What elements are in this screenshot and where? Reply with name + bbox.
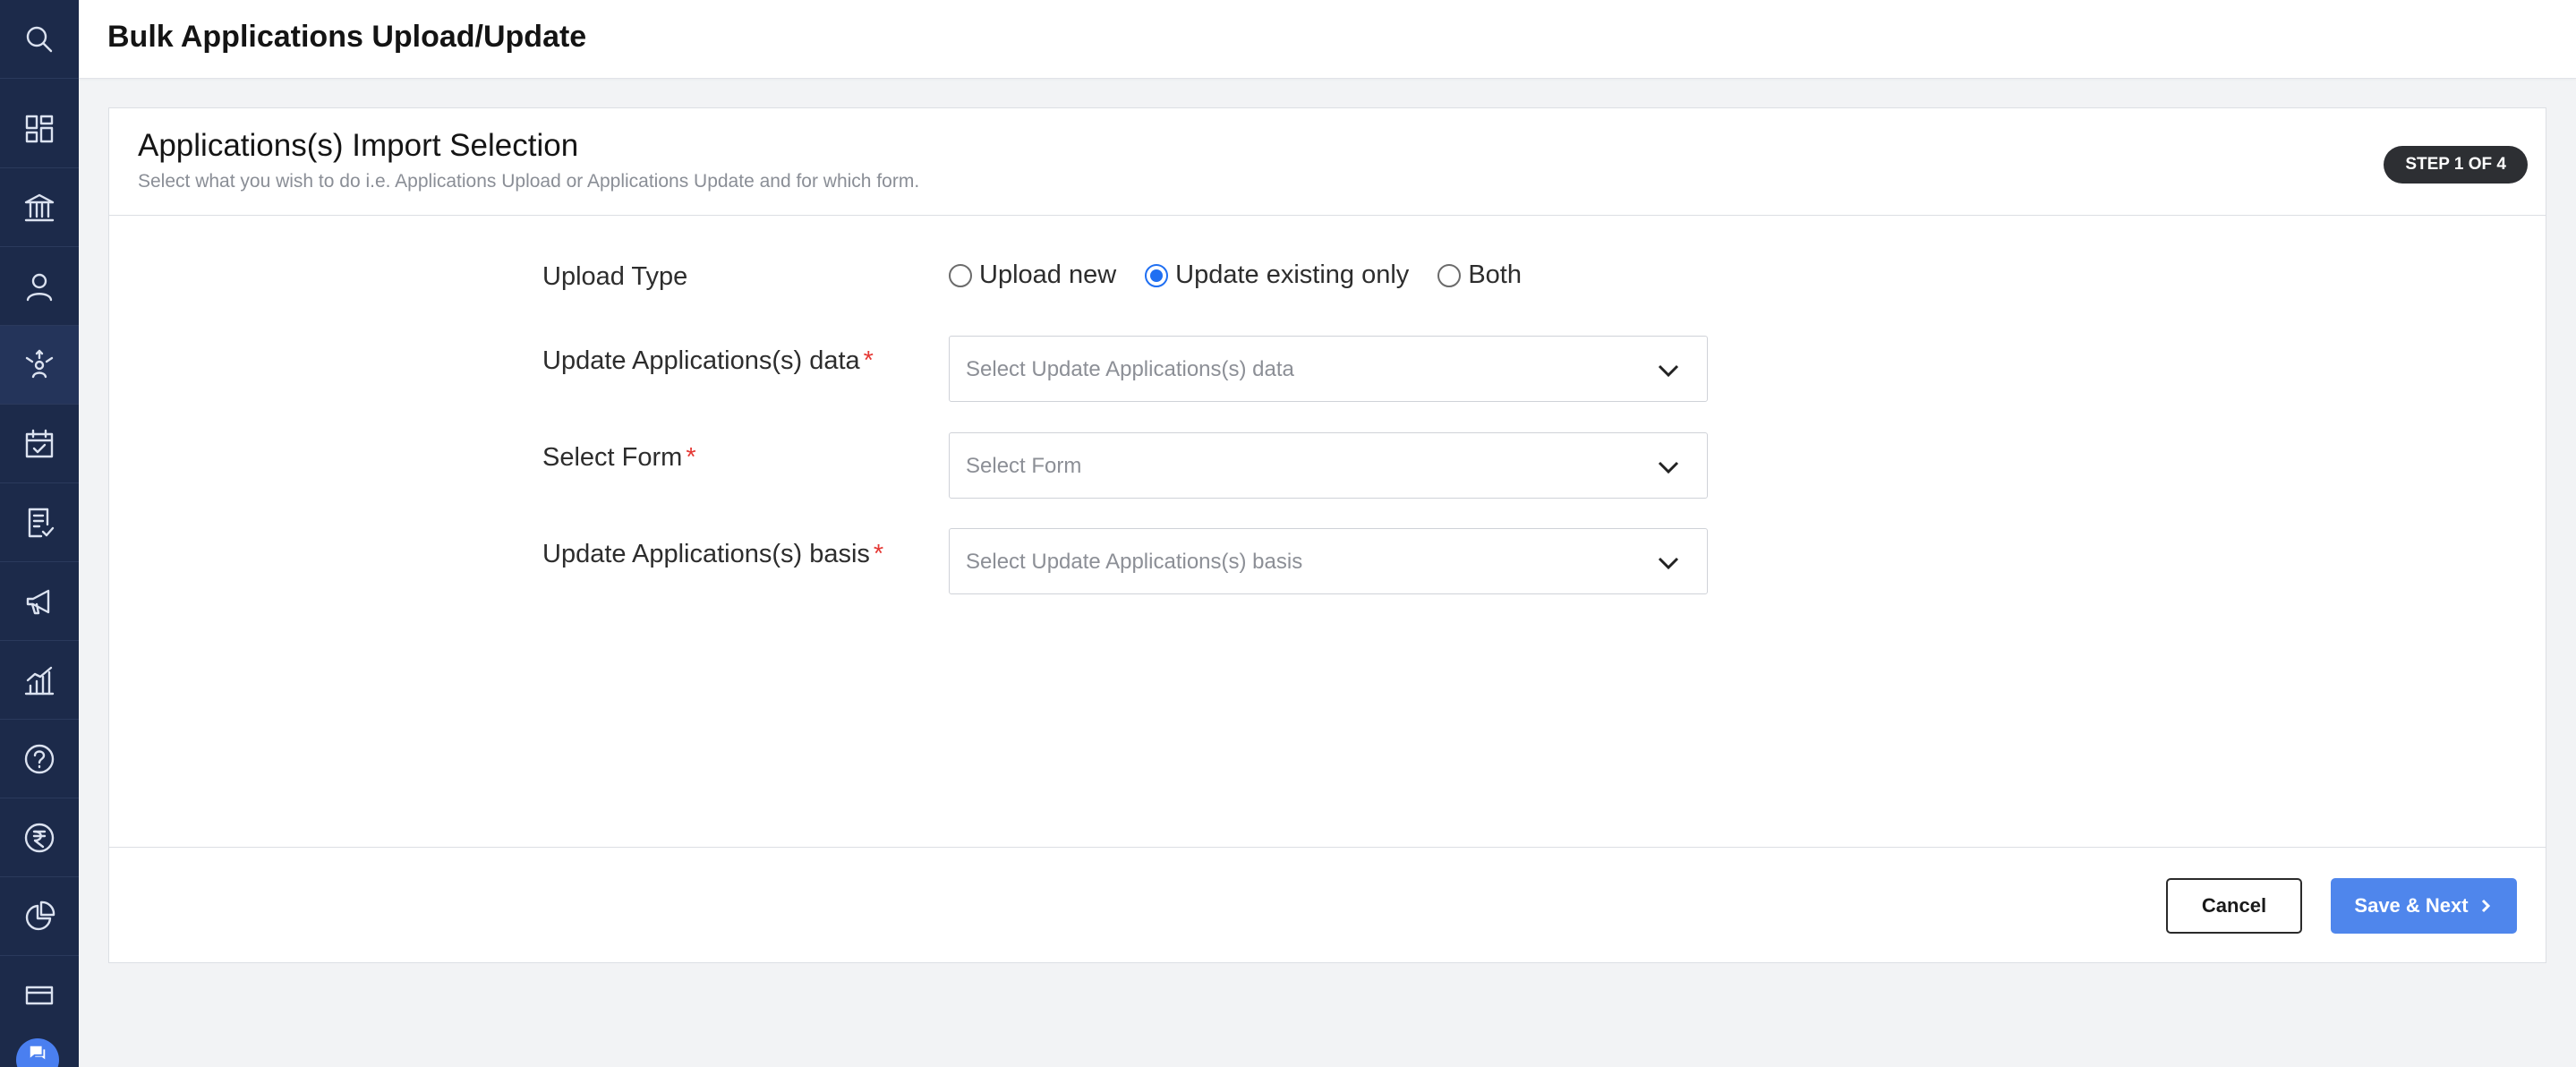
card-footer: Cancel Save & Next (109, 847, 2546, 964)
sidebar-item-user[interactable] (0, 247, 79, 326)
sidebar-item-cards[interactable] (0, 956, 79, 1035)
sidebar-item-checklist[interactable] (0, 483, 79, 562)
required-mark: * (873, 540, 884, 568)
required-mark: * (863, 346, 874, 375)
update-basis-label: Update Applications(s) basis * (542, 540, 883, 569)
update-data-placeholder: Select Update Applications(s) data (966, 357, 1294, 381)
chevron-right-icon (2481, 899, 2490, 913)
card-icon (25, 986, 54, 1005)
search-icon (26, 26, 53, 52)
radio-update-existing[interactable]: Update existing only (1145, 260, 1409, 290)
calendar-check-icon (25, 429, 54, 457)
upload-type-radio-group: Upload new Update existing only Both (949, 260, 1550, 290)
select-form-label-text: Select Form (542, 443, 683, 472)
chevron-down-icon (1658, 557, 1679, 570)
checklist-icon (28, 508, 55, 537)
sidebar (0, 0, 79, 1067)
radio-upload-new-label: Upload new (979, 260, 1117, 289)
sidebar-item-reports[interactable] (0, 877, 79, 956)
lead-network-icon (25, 349, 54, 378)
import-selection-card: Applications(s) Import Selection Select … (108, 107, 2546, 963)
user-icon (26, 273, 53, 301)
select-form-label: Select Form * (542, 443, 696, 473)
chat-icon (30, 1046, 46, 1060)
page-title: Bulk Applications Upload/Update (107, 20, 587, 54)
required-mark: * (686, 443, 696, 472)
select-form-select[interactable]: Select Form (949, 432, 1708, 499)
chevron-down-icon (1658, 364, 1679, 378)
megaphone-icon (26, 589, 50, 614)
dashboard-icon (25, 115, 54, 142)
rupee-icon (24, 823, 55, 852)
analytics-icon (24, 666, 55, 695)
sidebar-item-campaigns[interactable] (0, 562, 79, 641)
pie-chart-icon (25, 901, 55, 930)
select-form-placeholder: Select Form (966, 454, 1082, 478)
cancel-button-label: Cancel (2201, 894, 2267, 917)
chat-button[interactable] (16, 1038, 59, 1067)
chevron-down-icon (1658, 461, 1679, 474)
sidebar-item-analytics[interactable] (0, 641, 79, 720)
upload-type-label: Upload Type (542, 262, 688, 291)
sidebar-item-dashboard[interactable] (0, 90, 79, 168)
cancel-button[interactable]: Cancel (2166, 878, 2302, 934)
card-header: Applications(s) Import Selection Select … (109, 108, 2546, 216)
institution-icon (24, 193, 55, 221)
sidebar-item-institution[interactable] (0, 168, 79, 247)
radio-upload-new[interactable]: Upload new (949, 260, 1116, 290)
radio-both-circle[interactable] (1437, 263, 1462, 287)
update-basis-label-text: Update Applications(s) basis (542, 540, 870, 568)
save-next-button-label: Save & Next (2354, 894, 2469, 917)
sidebar-item-search[interactable] (0, 0, 79, 79)
update-basis-placeholder: Select Update Applications(s) basis (966, 550, 1303, 574)
update-data-label-text: Update Applications(s) data (542, 346, 860, 375)
card-title: Applications(s) Import Selection (138, 128, 579, 163)
radio-update-existing-circle[interactable] (1145, 263, 1169, 287)
radio-both[interactable]: Both (1437, 260, 1522, 290)
radio-update-existing-label: Update existing only (1175, 260, 1410, 289)
save-next-button[interactable]: Save & Next (2331, 878, 2517, 934)
top-bar: Bulk Applications Upload/Update (79, 0, 2576, 79)
sidebar-item-help[interactable] (0, 720, 79, 798)
update-basis-select[interactable]: Select Update Applications(s) basis (949, 528, 1708, 594)
update-data-label: Update Applications(s) data * (542, 346, 874, 376)
sidebar-item-leads[interactable] (0, 326, 79, 405)
sidebar-item-payments[interactable] (0, 798, 79, 877)
radio-upload-new-circle[interactable] (949, 263, 972, 287)
radio-both-label: Both (1468, 260, 1522, 289)
step-badge: STEP 1 OF 4 (2384, 146, 2528, 184)
update-data-select[interactable]: Select Update Applications(s) data (949, 336, 1708, 402)
sidebar-item-calendar[interactable] (0, 405, 79, 483)
help-icon (24, 744, 55, 773)
card-subtitle: Select what you wish to do i.e. Applicat… (138, 171, 920, 192)
